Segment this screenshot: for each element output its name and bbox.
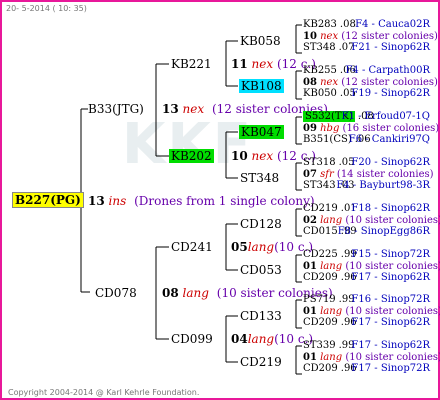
- gen4-bottom-code: F8 - SinopEgg86R: [337, 226, 430, 237]
- gen4-top-code: F17 - Sinop62R: [351, 340, 430, 351]
- gen4-bottom-code: F21 - Sinop62R: [351, 42, 430, 53]
- gen3-cd128: CD128: [240, 217, 282, 231]
- gen1-top-queen: B33(JTG): [88, 102, 144, 116]
- date-stamp: 20- 5-2014 ( 10: 35): [6, 4, 87, 13]
- gen4-bottom-code: F19 - Sinop62R: [351, 88, 430, 99]
- gen3-cd219: CD219: [240, 355, 282, 369]
- gen1-bottom-queen: CD078: [95, 286, 137, 300]
- root-queen: B227(PG): [12, 192, 84, 208]
- gen4-top: CD219.01: [303, 203, 357, 214]
- gen4-top: ST318.05: [303, 157, 355, 168]
- gen4-mating: 01 lang (10 sister colonies): [303, 261, 440, 272]
- gen4-bottom-code: F17 - Sinop62R: [351, 272, 430, 283]
- gen3-cd133: CD133: [240, 309, 282, 323]
- gen4-mating: 10 nex (12 sister colonies): [303, 31, 438, 42]
- gen3-kb108: KB108: [239, 79, 284, 93]
- gen4-mating: 01 lang (10 sister colonies): [303, 306, 440, 317]
- copyright: Copyright 2004-2014 @ Karl Kehrle Founda…: [8, 388, 200, 397]
- gen4-top: CD225.99: [303, 249, 357, 260]
- gen4-bottom-code: F6 - Cankiri97Q: [348, 134, 430, 145]
- gen4-mating: 07 sfr (14 sister colonies): [303, 169, 434, 180]
- gen2-kb221: KB221: [171, 57, 212, 71]
- gen2-cd099: CD099: [171, 332, 213, 346]
- gen2-kb202: KB202: [169, 149, 214, 163]
- gen3-kb058: KB058: [240, 34, 281, 48]
- gen4-bottom: CD209.96: [303, 272, 357, 283]
- gen4-top-code: F15 - Sinop72R: [351, 249, 430, 260]
- pedigree-frame: { "header": { "date_text": "20- 5-2014 (…: [0, 0, 440, 400]
- gen2-cd241-mating: 05lang(10 c.): [231, 240, 314, 254]
- gen2-cd241: CD241: [171, 240, 213, 254]
- gen4-bottom-code: F17 - Sinop62R: [351, 317, 430, 328]
- gen4-top: ST339.99: [303, 340, 355, 351]
- gen4-top-code: F1 - Erfoud07-1Q: [341, 111, 430, 122]
- gen4-top: PS719.99: [303, 294, 355, 305]
- gen3-st348: ST348: [240, 171, 280, 185]
- gen4-bottom: KB050.05: [303, 88, 356, 99]
- gen4-bottom-code: F17 - Sinop72R: [351, 363, 430, 374]
- gen4-top-code: F18 - Sinop62R: [351, 203, 430, 214]
- gen4-mating: 02 lang (10 sister colonies): [303, 215, 440, 226]
- gen4-top-code: F4 - Cauca02R: [355, 19, 430, 30]
- gen4-mating: 08 nex (12 sister colonies): [303, 77, 438, 88]
- gen4-top-code: F20 - Sinop62R: [351, 157, 430, 168]
- gen4-top-code: F4 - Carpath00R: [345, 65, 430, 76]
- gen4-mating: 01 lang (10 sister colonies): [303, 352, 440, 363]
- gen3-kb047: KB047: [239, 125, 284, 139]
- gen4-top: KB283.08: [303, 19, 356, 30]
- gen4-mating: 09 hbg (16 sister colonies): [303, 123, 440, 134]
- root-name: B227(PG): [12, 192, 84, 208]
- gen3-cd053: CD053: [240, 263, 282, 277]
- gen4-bottom-code: F4 - Bayburt98-3R: [336, 180, 430, 191]
- gen4-bottom: CD209.96: [303, 363, 357, 374]
- gen4-bottom: ST348.07: [303, 42, 355, 53]
- gen4-top-code: F16 - Sinop72R: [351, 294, 430, 305]
- gen4-bottom: CD209.96: [303, 317, 357, 328]
- gen2-cd099-mating: 04lang(10 c.): [231, 332, 314, 346]
- root-mating: 13 ins (Drones from 1 single colony): [88, 194, 315, 208]
